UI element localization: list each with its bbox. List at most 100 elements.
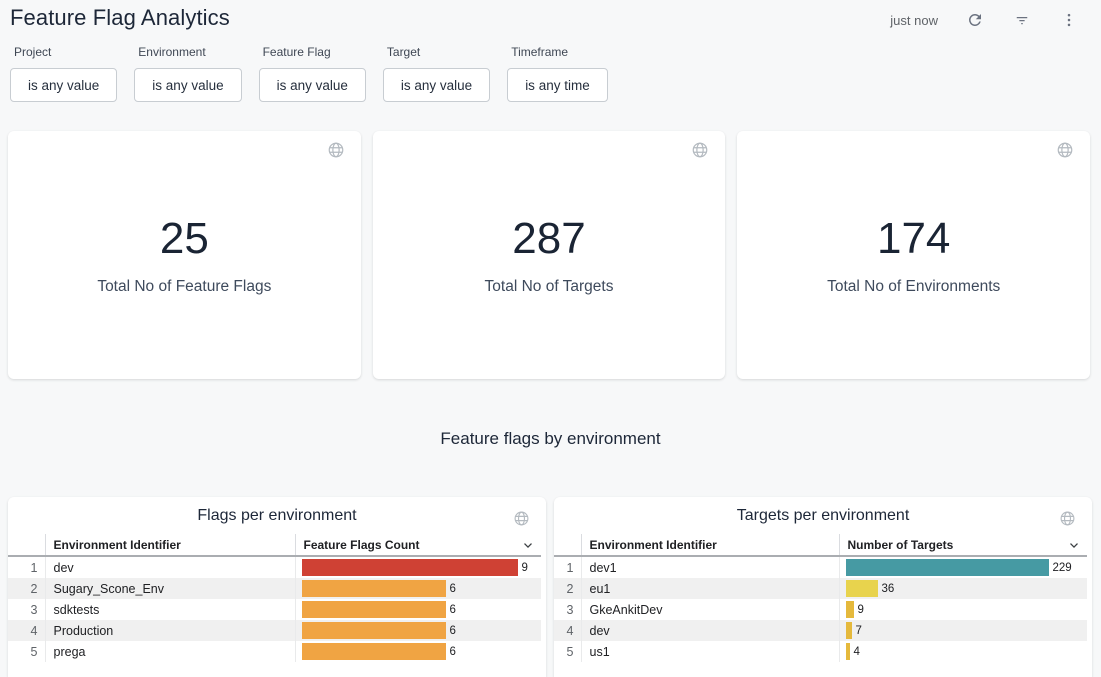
row-number: 5 [554, 641, 581, 662]
panel-row: Flags per environment Environment Identi… [8, 497, 1092, 677]
feature-flags-count-header[interactable]: Feature Flags Count [295, 534, 541, 556]
value-bar-cell[interactable]: 6 [295, 641, 541, 662]
value-bar-cell[interactable]: 36 [839, 578, 1087, 599]
panel-title: Targets per environment [554, 497, 1092, 525]
filter-target-value-button[interactable]: is any value [383, 68, 490, 102]
environment-identifier-header[interactable]: Environment Identifier [581, 534, 839, 556]
filter-project-value-button[interactable]: is any value [10, 68, 117, 102]
globe-icon[interactable] [1056, 141, 1074, 164]
filter-environment-value-button[interactable]: is any value [134, 68, 241, 102]
kpi-label: Total No of Targets [485, 278, 614, 296]
kpi-card-targets: 287 Total No of Targets [373, 131, 726, 379]
kpi-label: Total No of Feature Flags [97, 278, 271, 296]
value-bar-cell[interactable]: 6 [295, 620, 541, 641]
filter-feature-flag: Feature Flag is any value [259, 45, 366, 102]
kpi-card-feature-flags: 25 Total No of Feature Flags [8, 131, 361, 379]
number-of-targets-header[interactable]: Number of Targets [839, 534, 1087, 556]
row-number: 2 [554, 578, 581, 599]
filter-label: Target [387, 45, 490, 59]
panel-targets-per-environment: Targets per environment Environment Iden… [554, 497, 1092, 677]
environment-identifier-cell[interactable]: dev [581, 620, 839, 641]
last-updated-text: just now [890, 13, 938, 28]
table-row[interactable]: 2eu1 36 [554, 578, 1087, 599]
table-row[interactable]: 5us1 4 [554, 641, 1087, 662]
table-row[interactable]: 3sdktests6 [8, 599, 541, 620]
environment-identifier-cell[interactable]: dev1 [581, 556, 839, 578]
bar-value-label: 36 [882, 583, 895, 595]
bar-value-label: 6 [450, 646, 456, 658]
value-bar-cell[interactable]: 4 [839, 641, 1087, 662]
topbar-actions: just now [890, 5, 1079, 30]
row-number-header [8, 534, 45, 556]
row-number: 1 [554, 556, 581, 578]
value-bar[interactable] [846, 622, 852, 639]
value-bar-cell[interactable]: 9 [295, 556, 541, 578]
row-number: 3 [554, 599, 581, 620]
value-bar[interactable] [302, 622, 446, 639]
section-heading: Feature flags by environment [0, 429, 1101, 449]
environment-identifier-cell[interactable]: eu1 [581, 578, 839, 599]
environment-identifier-cell[interactable]: Production [45, 620, 295, 641]
kpi-card-environments: 174 Total No of Environments [737, 131, 1090, 379]
bar-value-label: 6 [450, 583, 456, 595]
row-number: 5 [8, 641, 45, 662]
value-bar-cell[interactable]: 7 [839, 620, 1087, 641]
globe-icon[interactable] [1059, 510, 1076, 532]
value-bar[interactable] [846, 559, 1049, 576]
bar-value-label: 4 [854, 646, 860, 658]
value-bar-cell[interactable]: 6 [295, 599, 541, 620]
environment-identifier-cell[interactable]: us1 [581, 641, 839, 662]
table-header-row: Environment Identifier Feature Flags Cou… [8, 534, 541, 556]
chevron-down-icon[interactable] [1067, 538, 1081, 555]
value-bar[interactable] [846, 643, 850, 660]
table-row[interactable]: 1dev9 [8, 556, 541, 578]
filter-label: Feature Flag [263, 45, 366, 59]
value-bar[interactable] [302, 580, 446, 597]
environment-identifier-cell[interactable]: Sugary_Scone_Env [45, 578, 295, 599]
bar-value-label: 9 [858, 604, 864, 616]
value-bar-cell[interactable]: 229 [839, 556, 1087, 578]
filter-feature-flag-value-button[interactable]: is any value [259, 68, 366, 102]
globe-icon[interactable] [691, 141, 709, 164]
environment-identifier-cell[interactable]: sdktests [45, 599, 295, 620]
filter-icon [1013, 11, 1031, 29]
filter-button[interactable] [1012, 10, 1032, 30]
environment-identifier-cell[interactable]: GkeAnkitDev [581, 599, 839, 620]
value-bar[interactable] [846, 580, 878, 597]
kebab-menu-icon [1060, 11, 1078, 29]
value-bar-cell[interactable]: 9 [839, 599, 1087, 620]
chevron-down-icon[interactable] [521, 538, 535, 555]
flags-per-environment-table: Environment Identifier Feature Flags Cou… [8, 534, 541, 662]
table-row[interactable]: 3GkeAnkitDev 9 [554, 599, 1087, 620]
value-bar[interactable] [302, 559, 518, 576]
more-options-button[interactable] [1059, 10, 1079, 30]
value-bar[interactable] [302, 643, 446, 660]
value-bar-cell[interactable]: 6 [295, 578, 541, 599]
table-header-row: Environment Identifier Number of Targets [554, 534, 1087, 556]
table-row[interactable]: 1dev1229 [554, 556, 1087, 578]
filter-timeframe-value-button[interactable]: is any time [507, 68, 608, 102]
refresh-icon [966, 11, 984, 29]
value-bar[interactable] [302, 601, 446, 618]
refresh-button[interactable] [965, 10, 985, 30]
row-number: 4 [554, 620, 581, 641]
filter-label: Environment [138, 45, 241, 59]
value-bar[interactable] [846, 601, 854, 618]
filter-project: Project is any value [10, 45, 117, 102]
table-body: 1dev12292eu1363GkeAnkitDev94dev75us14 [554, 556, 1087, 662]
environment-identifier-cell[interactable]: prega [45, 641, 295, 662]
page-title: Feature Flag Analytics [10, 5, 230, 31]
table-row[interactable]: 2Sugary_Scone_Env 6 [8, 578, 541, 599]
globe-icon[interactable] [513, 510, 530, 532]
top-bar: Feature Flag Analytics just now [0, 0, 1101, 31]
row-number: 2 [8, 578, 45, 599]
row-number: 4 [8, 620, 45, 641]
environment-identifier-header[interactable]: Environment Identifier [45, 534, 295, 556]
globe-icon[interactable] [327, 141, 345, 164]
row-number: 1 [8, 556, 45, 578]
environment-identifier-cell[interactable]: dev [45, 556, 295, 578]
table-row[interactable]: 4Production6 [8, 620, 541, 641]
kpi-card-row: 25 Total No of Feature Flags 287 Total N… [8, 131, 1090, 379]
table-row[interactable]: 5prega 6 [8, 641, 541, 662]
table-row[interactable]: 4dev7 [554, 620, 1087, 641]
